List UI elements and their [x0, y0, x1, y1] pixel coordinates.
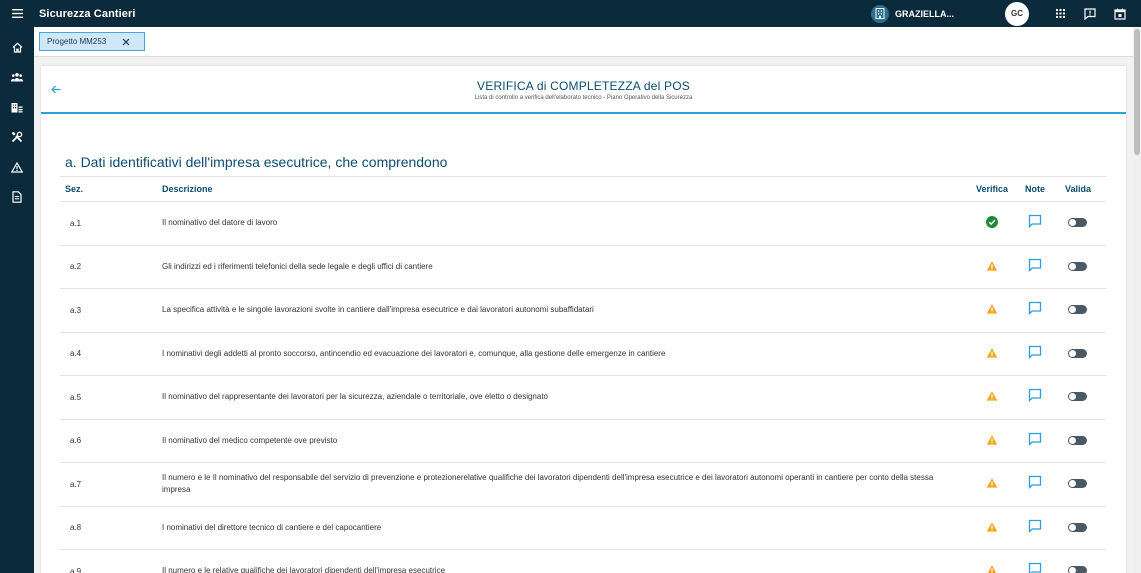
table-row: a.1 Il nominativo del datore di lavoro — [60, 202, 1106, 246]
row-description: Il nominativo del medico competente ove … — [162, 435, 338, 445]
warning-icon — [986, 347, 998, 359]
row-sez: a.8 — [70, 523, 82, 533]
valida-toggle[interactable] — [1068, 522, 1087, 532]
warning-icon — [986, 390, 998, 402]
table-row: a.7 Il numero e le Il nominativo del resp… — [60, 463, 1106, 507]
row-description: Gli indirizzi ed i riferimenti telefonic… — [162, 261, 433, 271]
row-description: Il nominativo del rappresentante dei lav… — [162, 392, 548, 402]
note-icon[interactable] — [1028, 519, 1042, 533]
row-sez: a.5 — [70, 392, 82, 402]
warning-icon[interactable] — [0, 152, 34, 182]
tab-project[interactable]: Progetto MM253 — [39, 32, 145, 51]
table-body: a.1 Il nominativo del datore di lavoro a.2… — [60, 202, 1106, 573]
valida-toggle[interactable] — [1068, 305, 1087, 314]
valida-toggle[interactable] — [1068, 218, 1087, 227]
valida-toggle[interactable] — [1068, 392, 1087, 401]
page-title: VERIFICA di COMPLETEZZA del POS — [477, 79, 690, 93]
note-icon[interactable] — [1028, 388, 1042, 402]
table-row: a.9 Il numero e le relative qualifiche de… — [60, 550, 1106, 573]
menu-icon[interactable] — [0, 0, 34, 27]
page-scrollbar[interactable] — [1133, 27, 1141, 573]
table-row: a.5 Il nominativo del rappresentante dei … — [60, 376, 1106, 420]
warning-icon — [986, 564, 998, 573]
tab-strip: Progetto MM253 — [34, 27, 1133, 57]
tools-icon[interactable] — [0, 122, 34, 152]
header-note: Note — [1025, 184, 1045, 194]
app-title: Sicurezza Cantieri — [39, 7, 136, 20]
card-header: VERIFICA di COMPLETEZZA del POS Lista di… — [41, 66, 1126, 114]
note-icon[interactable] — [1028, 475, 1042, 489]
table-row: a.8 I nominativi del direttore tecnico di… — [60, 507, 1106, 550]
valida-toggle[interactable] — [1068, 261, 1087, 271]
table-header: Sez. Descrizione Verifica Note Valida — [60, 176, 1106, 202]
warning-icon — [986, 477, 998, 489]
row-sez: a.1 — [70, 218, 82, 228]
table-row: a.6 Il nominativo del medico competente o… — [60, 420, 1106, 463]
user-name: GRAZIELLA... — [895, 8, 954, 19]
table-row: a.4 I nominativi degli addetti al pronto … — [60, 333, 1106, 376]
note-icon[interactable] — [1028, 301, 1042, 315]
feedback-icon[interactable] — [1075, 0, 1105, 27]
header-sez: Sez. — [65, 184, 84, 194]
scrollbar-thumb[interactable] — [1134, 29, 1140, 155]
top-bar: Sicurezza Cantieri GRAZIELLA... GC — [0, 0, 1141, 27]
note-icon[interactable] — [1028, 432, 1042, 446]
row-sez: a.3 — [70, 305, 82, 315]
warning-icon — [986, 260, 998, 272]
note-icon[interactable] — [1028, 258, 1042, 272]
note-icon[interactable] — [1028, 345, 1042, 359]
row-sez: a.4 — [70, 349, 82, 359]
row-description: I nominativi degli addetti al pronto soc… — [162, 348, 666, 358]
valida-toggle[interactable] — [1068, 348, 1087, 358]
building-icon — [871, 4, 889, 23]
header-valida: Valida — [1065, 184, 1092, 194]
avatar[interactable]: GC — [1005, 1, 1029, 26]
document-icon[interactable] — [0, 182, 34, 212]
user-chip[interactable]: GRAZIELLA... — [871, 4, 954, 23]
check-circle-icon — [986, 216, 998, 228]
row-sez: a.2 — [70, 262, 82, 272]
checklist-table: Sez. Descrizione Verifica Note Valida a.… — [60, 176, 1106, 573]
table-row: a.3 La specifica attività e le singole la… — [60, 289, 1106, 333]
section-title: a. Dati identificativi dell'impresa esec… — [65, 154, 448, 170]
apps-grid-icon[interactable] — [1045, 0, 1075, 27]
checklist-card: VERIFICA di COMPLETEZZA del POS Lista di… — [41, 66, 1126, 573]
tab-label: Progetto MM253 — [47, 37, 107, 46]
row-description: I nominativi del direttore tecnico di ca… — [162, 522, 382, 532]
valida-toggle[interactable] — [1068, 435, 1087, 445]
valida-toggle[interactable] — [1068, 479, 1087, 488]
row-description: La specifica attività e le singole lavor… — [162, 305, 594, 315]
valida-toggle[interactable] — [1068, 566, 1087, 573]
note-icon[interactable] — [1028, 214, 1042, 228]
row-description: Il numero e le relative qualifiche dei l… — [162, 566, 446, 573]
row-sez: a.6 — [70, 436, 82, 446]
home-icon[interactable] — [0, 32, 34, 62]
row-sez: a.9 — [70, 566, 82, 573]
header-verifica: Verifica — [976, 184, 1009, 194]
row-description: Il nominativo del datore di lavoro — [162, 218, 278, 228]
building-list-icon[interactable] — [0, 92, 34, 122]
row-description: Il numero e le Il nominativo del respons… — [162, 473, 934, 495]
page-subtitle: Lista di controllo a verifica dell'elabo… — [474, 95, 693, 101]
table-row: a.2 Gli indirizzi ed i riferimenti telefo… — [60, 246, 1106, 289]
warning-icon — [986, 434, 998, 446]
close-icon[interactable] — [120, 36, 131, 47]
users-icon[interactable] — [0, 62, 34, 92]
calendar-icon[interactable] — [1105, 0, 1135, 27]
sidebar — [0, 27, 34, 573]
warning-icon — [986, 303, 998, 315]
row-sez: a.7 — [70, 479, 82, 489]
warning-icon — [986, 521, 998, 533]
note-icon[interactable] — [1028, 562, 1042, 573]
header-descrizione: Descrizione — [162, 184, 213, 194]
